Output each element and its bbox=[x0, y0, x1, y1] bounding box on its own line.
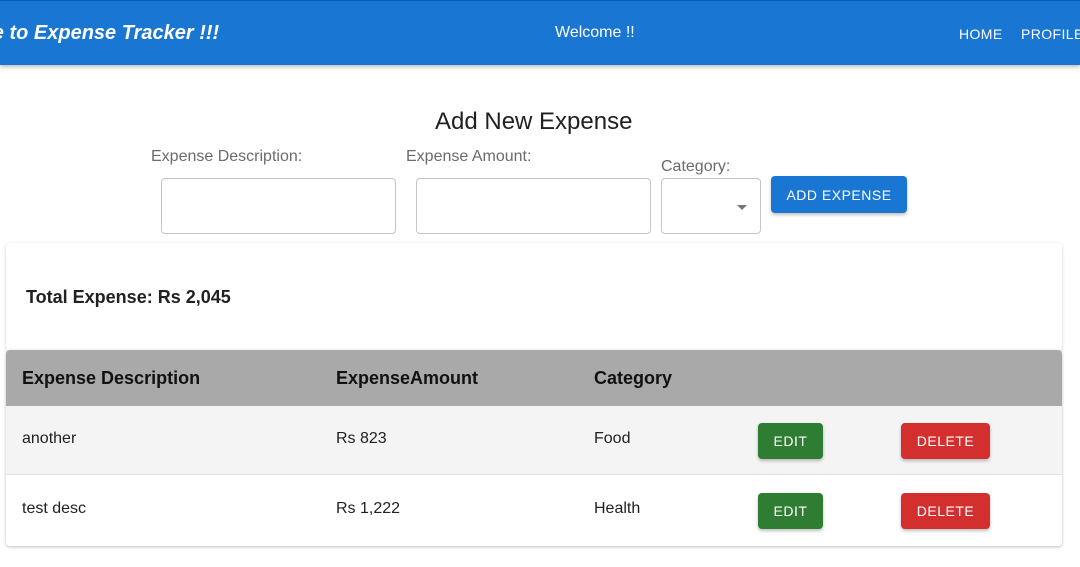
amount-input[interactable] bbox=[416, 178, 651, 234]
header-category: Category bbox=[594, 368, 673, 388]
add-expense-button[interactable]: ADD EXPENSE bbox=[771, 176, 907, 213]
category-select[interactable] bbox=[661, 178, 761, 234]
app-bar: me to Expense Tracker !!! Welcome !! HOM… bbox=[0, 0, 1080, 65]
header-description: Expense Description bbox=[22, 368, 201, 388]
add-expense-heading: Add New Expense bbox=[435, 108, 633, 135]
cell-category: Food bbox=[594, 430, 631, 447]
nav-profile-link[interactable]: PROFILE bbox=[1021, 26, 1080, 42]
edit-button[interactable]: EDIT bbox=[758, 423, 823, 459]
amount-label: Expense Amount: bbox=[406, 148, 532, 165]
table-row: test desc Rs 1,222 Health EDIT DELETE bbox=[6, 476, 1062, 545]
delete-button[interactable]: DELETE bbox=[901, 493, 990, 529]
total-expense-card: Total Expense: Rs 2,045 bbox=[6, 243, 1062, 351]
header-amount: ExpenseAmount bbox=[336, 368, 479, 388]
cell-category: Health bbox=[594, 500, 641, 517]
cell-description: another bbox=[22, 430, 77, 447]
table-row: another Rs 823 Food EDIT DELETE bbox=[6, 406, 1062, 475]
category-label: Category: bbox=[661, 158, 731, 175]
expense-table: Expense Description ExpenseAmount Catego… bbox=[6, 350, 1062, 546]
cell-amount: Rs 1,222 bbox=[336, 500, 401, 517]
cell-amount: Rs 823 bbox=[336, 430, 387, 447]
total-expense-text: Total Expense: Rs 2,045 bbox=[26, 287, 231, 307]
nav-home-link[interactable]: HOME bbox=[959, 26, 1003, 42]
table-header: Expense Description ExpenseAmount Catego… bbox=[6, 350, 1062, 406]
app-title: me to Expense Tracker !!! bbox=[0, 22, 220, 44]
cell-description: test desc bbox=[22, 500, 87, 517]
edit-button[interactable]: EDIT bbox=[758, 493, 823, 529]
welcome-text: Welcome !! bbox=[555, 24, 635, 41]
description-label: Expense Description: bbox=[151, 148, 303, 165]
description-input[interactable] bbox=[161, 178, 396, 234]
delete-button[interactable]: DELETE bbox=[901, 423, 990, 459]
chevron-down-icon bbox=[737, 205, 747, 210]
